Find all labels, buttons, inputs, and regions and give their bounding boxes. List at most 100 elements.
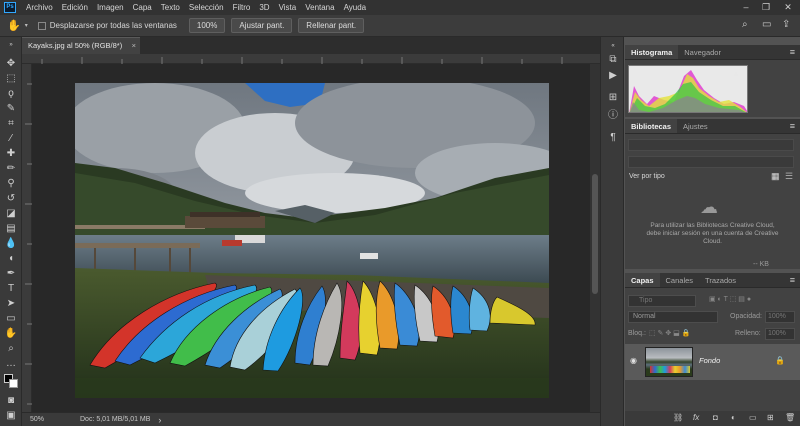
menu-capa[interactable]: Capa	[133, 3, 152, 12]
marquee-tool-icon[interactable]: ⬚	[4, 72, 18, 85]
crop-tool-icon[interactable]: ⌗	[4, 117, 18, 130]
type-tool-icon[interactable]: T	[4, 282, 18, 295]
warning-icon[interactable]: ▲	[732, 69, 740, 78]
library-select[interactable]	[628, 139, 794, 151]
tools-panel: » ✥ ⬚ ϙ ✎ ⌗ ⁄ ✚ ✏ ⚲ ↺ ◪ ▤ 💧 ◖ ✒ T ➤ ▭ ✋ …	[0, 37, 22, 426]
actions-panel-icon[interactable]: ▶	[607, 70, 619, 82]
add-mask-icon[interactable]: ◘	[713, 413, 718, 422]
close-window-button[interactable]: ✕	[778, 0, 798, 15]
layer-filter-select[interactable]: Tipo	[628, 295, 696, 307]
adjustment-layer-icon[interactable]: ◐	[731, 413, 736, 422]
new-group-icon[interactable]: ▭	[749, 413, 757, 422]
menu-3d[interactable]: 3D	[259, 3, 269, 12]
more-tools-icon[interactable]: …	[4, 357, 18, 370]
document-tab[interactable]: Kayaks.jpg al 50% (RGB/8*) ×	[22, 37, 140, 54]
layer-row[interactable]: ◉ Fondo 🔒	[625, 344, 800, 380]
path-select-tool-icon[interactable]: ➤	[4, 297, 18, 310]
view-by-type[interactable]: Ver por tipo	[629, 173, 665, 180]
document-tabs: Kayaks.jpg al 50% (RGB/8*) ×	[22, 37, 600, 54]
menu-edicion[interactable]: Edición	[62, 3, 88, 12]
delete-layer-icon[interactable]: 🗑	[785, 413, 795, 422]
tab-histogram[interactable]: Histograma	[625, 45, 679, 59]
scroll-all-checkbox[interactable]	[37, 21, 46, 30]
collapse-arrows-icon[interactable]: «	[607, 40, 619, 52]
history-panel-icon[interactable]: ⧉	[607, 54, 619, 66]
fx-icon[interactable]: fx	[693, 413, 699, 422]
eyedropper-tool-icon[interactable]: ⁄	[4, 132, 18, 145]
list-view-icon[interactable]: ☰	[785, 171, 793, 182]
panel-menu-icon[interactable]: ≡	[790, 119, 795, 134]
dodge-tool-icon[interactable]: ◖	[4, 252, 18, 265]
paragraph-panel-icon[interactable]: ¶	[607, 132, 619, 144]
properties-panel-icon[interactable]: ⊞	[607, 92, 619, 104]
new-layer-icon[interactable]: ⊞	[767, 413, 774, 422]
tab-libraries[interactable]: Bibliotecas	[625, 119, 678, 133]
minimize-button[interactable]: –	[736, 0, 756, 15]
history-brush-tool-icon[interactable]: ↺	[4, 192, 18, 205]
tab-navigator[interactable]: Navegador	[678, 45, 727, 59]
gradient-tool-icon[interactable]: ▤	[4, 222, 18, 235]
menu-archivo[interactable]: Archivo	[26, 3, 53, 12]
quick-select-tool-icon[interactable]: ✎	[4, 102, 18, 115]
menu-ayuda[interactable]: Ayuda	[344, 3, 367, 12]
zoom-tool-icon[interactable]: ⌕	[4, 342, 18, 355]
clone-stamp-tool-icon[interactable]: ⚲	[4, 177, 18, 190]
share-icon[interactable]: ⇪	[782, 19, 790, 30]
tab-paths[interactable]: Trazados	[699, 273, 742, 287]
link-layers-icon[interactable]: ⛓	[673, 413, 683, 422]
layer-name[interactable]: Fondo	[699, 356, 720, 365]
menu-seleccion[interactable]: Selección	[189, 3, 224, 12]
library-search-input[interactable]	[628, 156, 794, 168]
lock-icons[interactable]: ⬚ ✎ ✥ ⬓ 🔒	[649, 329, 690, 337]
maximize-button[interactable]: ❐	[756, 0, 776, 15]
panel-menu-icon[interactable]: ≡	[790, 273, 795, 288]
lasso-tool-icon[interactable]: ϙ	[4, 87, 18, 100]
close-tab-icon[interactable]: ×	[132, 38, 136, 54]
visibility-eye-icon[interactable]: ◉	[630, 356, 637, 365]
scroll-all-label: Desplazarse por todas las ventanas	[49, 21, 177, 30]
vertical-scrollbar[interactable]	[590, 64, 600, 412]
grid-view-icon[interactable]: ▦	[771, 171, 780, 182]
collapse-arrows-icon[interactable]: »	[4, 39, 18, 52]
hand-tool-icon[interactable]: ✋	[4, 327, 18, 340]
histogram-panel: Histograma Navegador ≡ ▲	[625, 45, 800, 117]
brush-tool-icon[interactable]: ✏	[4, 162, 18, 175]
panel-menu-icon[interactable]: ≡	[790, 45, 795, 60]
menu-ventana[interactable]: Ventana	[305, 3, 334, 12]
fit-screen-button[interactable]: Ajustar pant.	[231, 18, 293, 33]
libraries-signin-message: Para utilizar las Bibliotecas Creative C…	[646, 222, 779, 245]
status-menu-arrow[interactable]: ›	[158, 415, 161, 425]
rectangle-tool-icon[interactable]: ▭	[4, 312, 18, 325]
tab-adjustments[interactable]: Ajustes	[677, 119, 714, 133]
document-tab-title: Kayaks.jpg al 50% (RGB/8*)	[28, 41, 123, 50]
kayaks-photo[interactable]	[75, 83, 549, 398]
fill-screen-button[interactable]: Rellenar pant.	[298, 18, 365, 33]
menu-texto[interactable]: Texto	[161, 3, 180, 12]
tab-layers[interactable]: Capas	[625, 273, 660, 287]
chevron-down-icon[interactable]: ▾	[25, 22, 28, 29]
info-panel-icon[interactable]: ⓘ	[607, 110, 619, 122]
fill-input[interactable]: 100%	[765, 328, 795, 340]
zoom-100-button[interactable]: 100%	[188, 18, 226, 33]
screen-mode-icon[interactable]: ▣	[4, 409, 18, 422]
workspace-icon[interactable]: ▭	[762, 19, 771, 30]
hand-tool-icon[interactable]: ✋	[7, 19, 21, 32]
scrollbar-thumb[interactable]	[592, 174, 598, 294]
blur-tool-icon[interactable]: 💧	[4, 237, 18, 250]
healing-brush-tool-icon[interactable]: ✚	[4, 147, 18, 160]
menu-bar: Ps Archivo Edición Imagen Capa Texto Sel…	[0, 0, 800, 15]
zoom-level[interactable]: 50%	[30, 416, 70, 423]
color-swatches-icon[interactable]	[4, 374, 18, 388]
layer-filter-icons[interactable]: ▣ ◐ T ⬚ ▤ ●	[709, 295, 751, 303]
move-tool-icon[interactable]: ✥	[4, 57, 18, 70]
opacity-input[interactable]: 100%	[765, 311, 795, 323]
menu-imagen[interactable]: Imagen	[97, 3, 124, 12]
eraser-tool-icon[interactable]: ◪	[4, 207, 18, 220]
search-icon[interactable]: ⌕	[742, 19, 748, 30]
tab-channels[interactable]: Canales	[660, 273, 700, 287]
quick-mask-icon[interactable]: ◙	[4, 394, 18, 407]
menu-vista[interactable]: Vista	[279, 3, 297, 12]
menu-filtro[interactable]: Filtro	[233, 3, 251, 12]
blend-mode-select[interactable]: Normal	[628, 311, 718, 323]
pen-tool-icon[interactable]: ✒	[4, 267, 18, 280]
